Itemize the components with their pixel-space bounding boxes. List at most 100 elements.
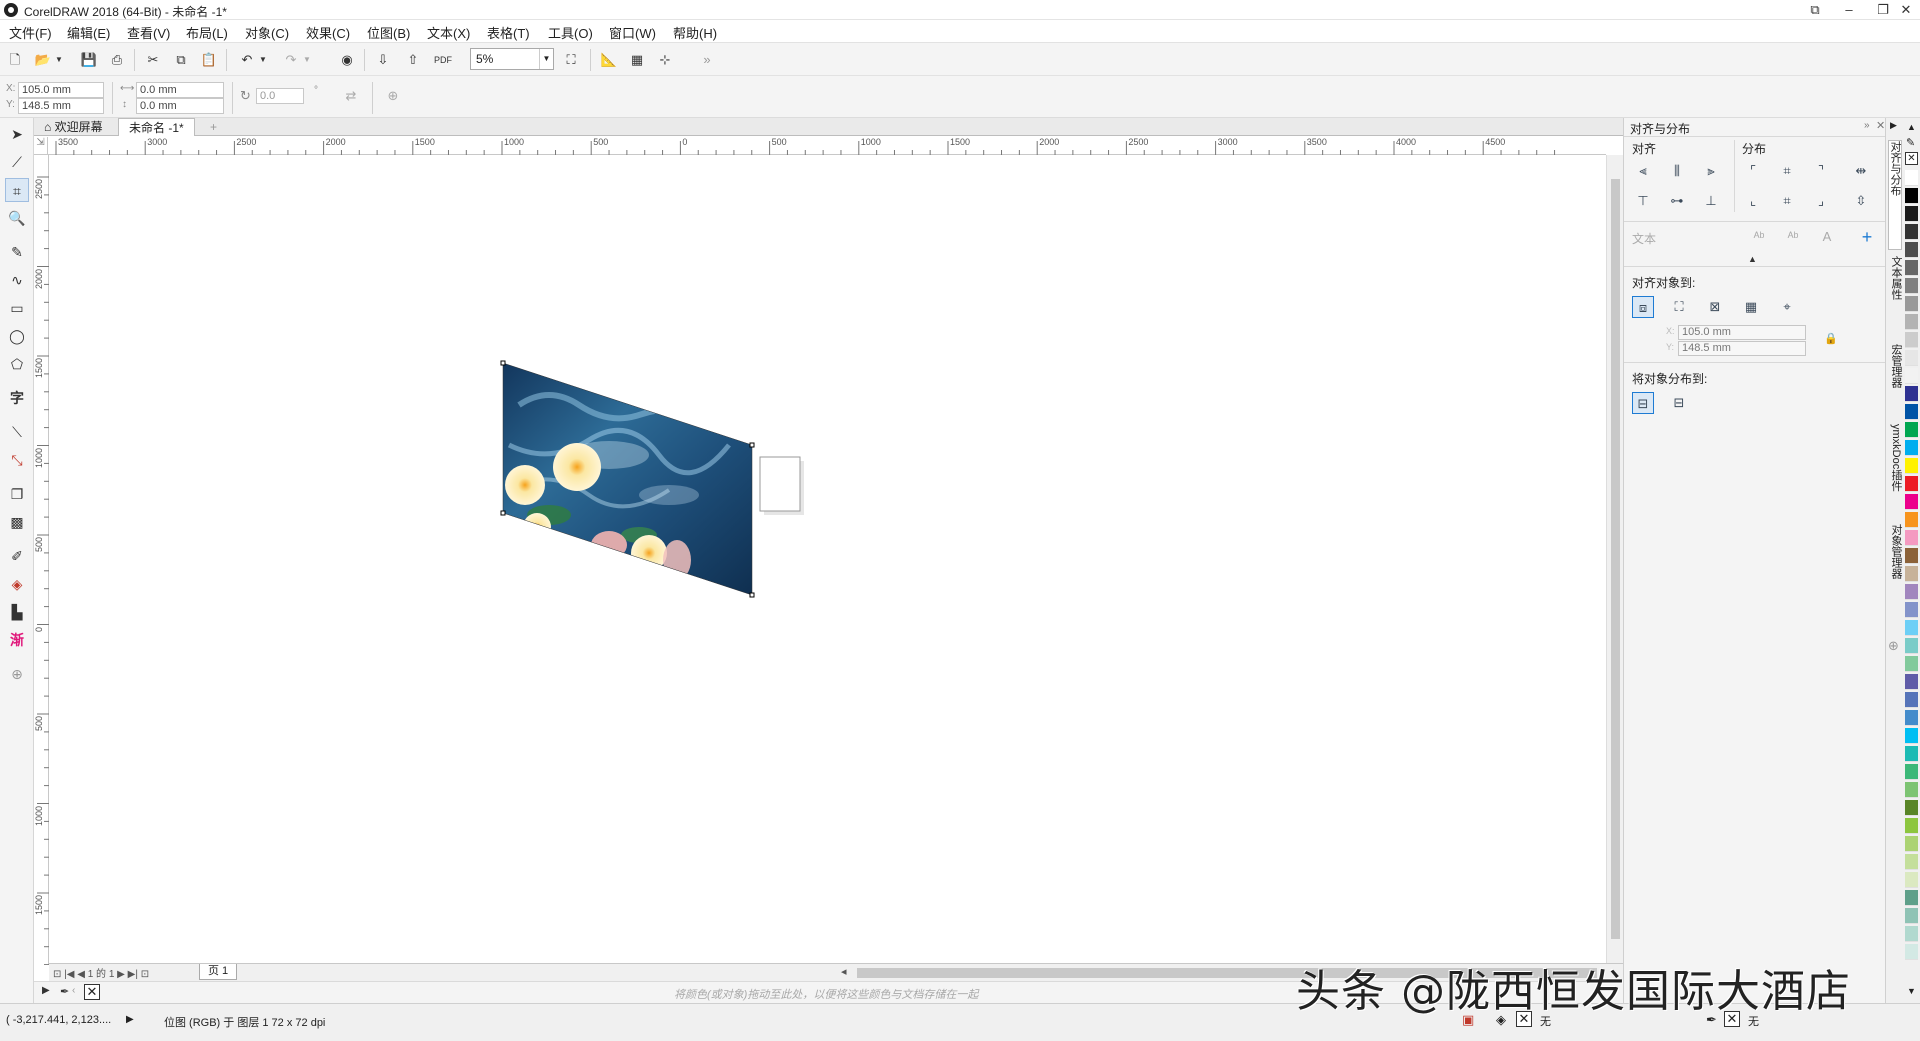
- color-swatch[interactable]: [1905, 242, 1918, 258]
- color-swatch[interactable]: [1905, 170, 1918, 186]
- menu-layout[interactable]: 布局(L): [186, 23, 228, 42]
- menu-effects[interactable]: 效果(C): [306, 23, 350, 42]
- show-grid-icon[interactable]: ▦: [626, 49, 648, 71]
- color-swatch[interactable]: [1905, 746, 1918, 762]
- ruler-origin[interactable]: ⇲: [34, 137, 48, 155]
- search-content-icon[interactable]: ◉: [336, 49, 358, 71]
- rectangle-tool-icon[interactable]: ▭: [5, 296, 29, 320]
- copy-icon[interactable]: ⧉: [170, 49, 192, 71]
- color-swatch[interactable]: [1905, 854, 1918, 870]
- scroll-left-icon[interactable]: ◂: [841, 965, 847, 978]
- no-color-swatch-icon[interactable]: ✕: [84, 984, 100, 1000]
- distribute-spacing-v-icon[interactable]: ⇳: [1850, 190, 1872, 212]
- freehand-tool-icon[interactable]: ✎: [5, 240, 29, 264]
- vertical-ruler[interactable]: 25002000150010005000500100015002000: [34, 155, 49, 1005]
- align-top-icon[interactable]: ⊤: [1632, 190, 1654, 212]
- palette-eyedropper-icon[interactable]: ✎: [1906, 136, 1915, 149]
- zoom-level-select[interactable]: 5% ▼: [470, 48, 554, 70]
- add-tab-button[interactable]: +: [200, 118, 227, 136]
- color-swatch[interactable]: [1905, 296, 1918, 312]
- full-screen-icon[interactable]: ⛶: [560, 49, 582, 71]
- zoom-tool-icon[interactable]: 🔍: [5, 206, 29, 230]
- menu-edit[interactable]: 编辑(E): [67, 23, 110, 42]
- interactive-fill-icon[interactable]: ◈: [5, 572, 29, 596]
- color-swatch[interactable]: [1905, 656, 1918, 672]
- align-center-vertical-icon[interactable]: ⊶: [1666, 190, 1688, 212]
- distribute-to-selection-icon[interactable]: ⊟: [1632, 392, 1654, 414]
- snap-to-icon[interactable]: ⊹: [654, 49, 676, 71]
- align-left-icon[interactable]: ⫷: [1632, 160, 1654, 182]
- align-bottom-icon[interactable]: ⊥: [1700, 190, 1722, 212]
- add-alignment-icon[interactable]: +: [1856, 226, 1878, 248]
- text-baseline-icon[interactable]: ᴬᵇ: [1782, 226, 1804, 248]
- menu-view[interactable]: 查看(V): [127, 23, 170, 42]
- color-swatch[interactable]: [1905, 512, 1918, 528]
- color-swatch[interactable]: [1905, 332, 1918, 348]
- drawing-canvas[interactable]: [49, 155, 1606, 963]
- distribute-spacing-h-icon[interactable]: ⇹: [1850, 160, 1872, 182]
- color-swatch[interactable]: [1905, 476, 1918, 492]
- side-tab-text-properties[interactable]: 文本属性: [1888, 256, 1902, 334]
- undo-dropdown-icon[interactable]: ▼: [258, 49, 268, 71]
- color-swatch[interactable]: [1905, 818, 1918, 834]
- close-button[interactable]: ✕: [1892, 0, 1920, 20]
- color-swatch[interactable]: [1905, 260, 1918, 276]
- color-swatch[interactable]: [1905, 728, 1918, 744]
- add-docker-icon[interactable]: ⊕: [1888, 638, 1899, 654]
- text-first-line-icon[interactable]: ᴬᵇ: [1748, 226, 1770, 248]
- rotation-field[interactable]: 0.0: [256, 88, 304, 104]
- color-swatch[interactable]: [1905, 782, 1918, 798]
- docker-collapse-icon[interactable]: »: [1864, 120, 1870, 131]
- horizontal-ruler[interactable]: 3500 3000 2500 2000 1500 1000 500 0 500 1000 1500 2…: [48, 137, 1606, 155]
- skewed-bitmap-image[interactable]: [489, 355, 769, 615]
- color-swatch[interactable]: [1905, 548, 1918, 564]
- color-swatch[interactable]: [1905, 674, 1918, 690]
- docker-close-icon[interactable]: ✕: [1876, 119, 1885, 132]
- color-swatch[interactable]: [1905, 422, 1918, 438]
- align-x-field[interactable]: 105.0 mm: [1678, 325, 1806, 340]
- side-tab-macro-manager[interactable]: 宏管理器: [1888, 344, 1902, 414]
- distribute-right-icon[interactable]: ⌝: [1810, 160, 1832, 182]
- add-tool-icon[interactable]: ⊕: [5, 662, 29, 686]
- shape-tool-icon[interactable]: ⟋: [5, 150, 29, 174]
- text-bbox-icon[interactable]: A: [1816, 226, 1838, 248]
- color-swatch[interactable]: [1905, 314, 1918, 330]
- no-fill-swatch-icon[interactable]: ✕: [1905, 152, 1918, 165]
- menu-object[interactable]: 对象(C): [245, 23, 289, 42]
- tab-document[interactable]: 未命名 -1*: [118, 118, 195, 136]
- color-swatch[interactable]: [1905, 440, 1918, 456]
- palette-left-icon[interactable]: ‹: [72, 985, 75, 996]
- add-plus-icon[interactable]: ⊕: [382, 85, 404, 107]
- width-field[interactable]: 0.0 mm: [136, 82, 224, 98]
- x-position-field[interactable]: 105.0 mm: [18, 82, 104, 98]
- align-to-point-icon[interactable]: ⌖: [1776, 296, 1798, 318]
- menu-text[interactable]: 文本(X): [427, 23, 470, 42]
- color-swatch[interactable]: [1905, 638, 1918, 654]
- menu-window[interactable]: 窗口(W): [609, 23, 656, 42]
- undo-icon[interactable]: ↶: [236, 49, 258, 71]
- vertical-scroll-thumb[interactable]: [1611, 179, 1620, 939]
- mesh-fill-icon[interactable]: 渐: [5, 628, 29, 652]
- color-swatch[interactable]: [1905, 206, 1918, 222]
- color-swatch[interactable]: [1905, 224, 1918, 240]
- account-icon[interactable]: ⧉: [1798, 0, 1832, 20]
- menu-help[interactable]: 帮助(H): [673, 23, 717, 42]
- tab-welcome-screen[interactable]: ⌂ 欢迎屏幕: [34, 118, 113, 136]
- cut-icon[interactable]: ✂: [142, 49, 164, 71]
- eyedropper-icon[interactable]: ✐: [5, 544, 29, 568]
- color-swatch[interactable]: [1905, 620, 1918, 636]
- align-to-grid-icon[interactable]: ▦: [1740, 296, 1762, 318]
- distribute-top-icon[interactable]: ⌞: [1742, 190, 1764, 212]
- ellipse-tool-icon[interactable]: ◯: [5, 324, 29, 348]
- color-swatch[interactable]: [1905, 404, 1918, 420]
- connector-tool-icon[interactable]: ⤡: [5, 448, 29, 472]
- redo-icon[interactable]: ↷: [280, 49, 302, 71]
- color-swatch[interactable]: [1905, 188, 1918, 204]
- open-folder-icon[interactable]: 📂: [32, 49, 54, 71]
- align-right-icon[interactable]: ⫸: [1700, 160, 1722, 182]
- text-tool-icon[interactable]: 字: [5, 386, 29, 410]
- menu-file[interactable]: 文件(F): [9, 23, 52, 42]
- palette-scroll-down-icon[interactable]: ▼: [1907, 986, 1916, 996]
- color-swatch[interactable]: [1905, 566, 1918, 582]
- redo-dropdown-icon[interactable]: ▼: [302, 49, 312, 71]
